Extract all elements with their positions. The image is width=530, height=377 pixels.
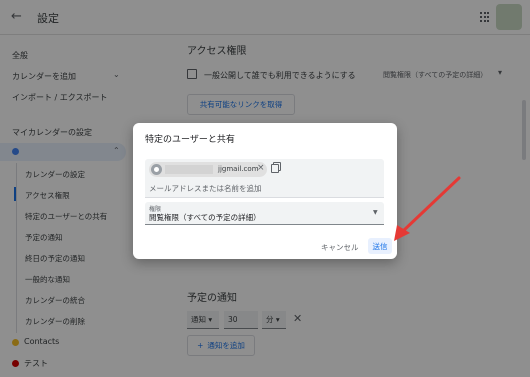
annotation-arrow-icon (394, 176, 461, 241)
